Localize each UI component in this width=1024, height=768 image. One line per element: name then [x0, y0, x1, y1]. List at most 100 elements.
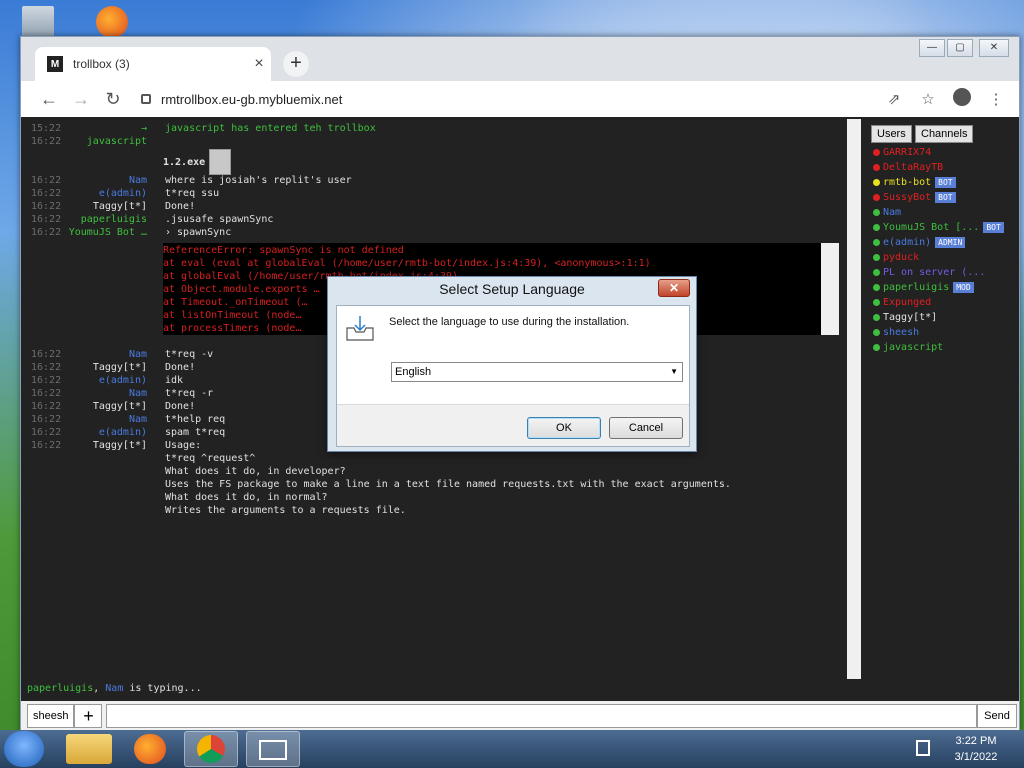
setup-taskbar-icon[interactable]: [246, 731, 300, 767]
dialog-close-button[interactable]: ✕: [658, 279, 690, 297]
chat-scrollbar[interactable]: [847, 119, 861, 679]
nickname[interactable]: e(admin): [67, 375, 155, 388]
address-bar[interactable]: rmtrollbox.eu-gb.mybluemix.net: [141, 92, 877, 107]
tab-channels[interactable]: Channels: [915, 125, 974, 143]
share-icon[interactable]: ⇗: [877, 90, 911, 108]
error-scrollbar[interactable]: [821, 243, 839, 335]
nickname[interactable]: javascript: [67, 136, 155, 149]
user-list-item[interactable]: DeltaRayTB: [873, 162, 943, 173]
role-badge: BOT: [935, 177, 956, 188]
firefox-desktop-icon[interactable]: [96, 6, 128, 38]
nickname[interactable]: Nam: [67, 349, 155, 362]
firefox-taskbar-icon[interactable]: [134, 734, 166, 764]
chat-line: 16:22 javascript: [27, 136, 165, 149]
minimize-button[interactable]: —: [919, 39, 945, 57]
nickname[interactable]: Nam: [67, 388, 155, 401]
nickname[interactable]: [67, 492, 155, 505]
user-list-item[interactable]: Expunged: [873, 297, 931, 308]
message-text: What does it do, in developer?: [165, 466, 346, 477]
user-list-item[interactable]: Nam: [873, 207, 901, 218]
close-tab-icon[interactable]: ×: [247, 55, 271, 73]
error-line: at listOnTimeout (node…: [163, 310, 302, 321]
message-text: › spawnSync: [165, 227, 232, 238]
user-name: Taggy[t*]: [883, 312, 938, 323]
status-dot-icon: [873, 224, 880, 231]
nickname[interactable]: Nam: [67, 175, 155, 188]
user-list-item[interactable]: javascript: [873, 342, 943, 353]
user-list-item[interactable]: GARRIX74: [873, 147, 931, 158]
menu-kebab-icon[interactable]: ⋮: [979, 90, 1013, 108]
message-text: Writes the arguments to a requests file.: [165, 505, 406, 516]
status-dot-icon: [873, 269, 880, 276]
nickname[interactable]: Taggy[t*]: [67, 401, 155, 414]
user-name: sheesh: [883, 327, 920, 338]
nickname[interactable]: [67, 505, 155, 518]
user-name: rmtb-bot: [883, 177, 932, 188]
recycle-bin-icon[interactable]: [22, 6, 54, 38]
profile-avatar-icon[interactable]: [945, 88, 979, 110]
start-button[interactable]: [4, 731, 44, 767]
bookmark-star-icon[interactable]: ☆: [911, 90, 945, 108]
nickname[interactable]: YoumuJS Bot …: [67, 227, 155, 240]
user-list-item[interactable]: SussyBot BOT: [873, 192, 956, 203]
message-text: Done!: [165, 201, 196, 212]
user-list-item[interactable]: sheesh: [873, 327, 919, 338]
user-list-item[interactable]: paperluigis MOD: [873, 282, 974, 293]
language-select[interactable]: English ▼: [391, 362, 683, 382]
forward-icon[interactable]: →: [65, 89, 97, 110]
timestamp: [27, 492, 67, 505]
ok-button[interactable]: OK: [527, 417, 601, 439]
timestamp: 16:22: [31, 401, 62, 412]
message-text: idk: [165, 375, 184, 386]
nickname[interactable]: e(admin): [67, 427, 155, 440]
message-text: .jsusafe spawnSync: [165, 214, 274, 225]
nickname[interactable]: paperluigis: [67, 214, 155, 227]
message-text: [155, 136, 165, 149]
timestamp: 16:22: [31, 427, 62, 438]
network-icon[interactable]: [916, 740, 930, 756]
status-dot-icon: [873, 314, 880, 321]
nickname[interactable]: Nam: [67, 414, 155, 427]
nickname[interactable]: [67, 453, 155, 466]
chat-line: 16:22 Taggy[t*] Usage:: [27, 440, 201, 453]
system-clock[interactable]: 3:22 PM 3/1/2022: [936, 733, 1016, 765]
explorer-taskbar-icon[interactable]: [66, 734, 112, 764]
back-icon[interactable]: ←: [33, 89, 65, 110]
user-list-item[interactable]: e(admin) ADMIN: [873, 237, 966, 248]
new-tab-button[interactable]: +: [283, 51, 309, 77]
user-name: PL on server (...: [883, 267, 986, 278]
chrome-taskbar-icon[interactable]: [184, 731, 238, 767]
user-list-item[interactable]: rmtb-bot BOT: [873, 177, 956, 188]
message-input[interactable]: [106, 704, 977, 728]
close-window-button[interactable]: ✕: [979, 39, 1009, 57]
maximize-button[interactable]: ▢: [947, 39, 973, 57]
user-list-item[interactable]: PL on server (...: [873, 267, 985, 278]
nickname[interactable]: Taggy[t*]: [67, 362, 155, 375]
user-list-item[interactable]: pyduck: [873, 252, 919, 263]
lock-icon: [141, 94, 151, 104]
user-list-item[interactable]: Taggy[t*]: [873, 312, 937, 323]
user-name: pyduck: [883, 252, 920, 263]
nickname[interactable]: Taggy[t*]: [67, 201, 155, 214]
cancel-button[interactable]: Cancel: [609, 417, 683, 439]
nickname[interactable]: [67, 479, 155, 492]
tab-trollbox[interactable]: M trollbox (3) ×: [35, 47, 271, 81]
message-text: where is josiah's replit's user: [165, 175, 352, 186]
user-list-item[interactable]: YoumuJS Bot [... BOT: [873, 222, 1004, 233]
timestamp: 16:22: [31, 375, 62, 386]
send-button[interactable]: Send: [977, 704, 1017, 728]
exe-attachment[interactable]: 1.2.exe: [163, 149, 232, 175]
status-dot-icon: [873, 164, 880, 171]
timestamp: [27, 453, 67, 466]
timestamp: [27, 505, 67, 518]
nickname[interactable]: Taggy[t*]: [67, 440, 155, 453]
current-room-label[interactable]: sheesh: [27, 704, 75, 728]
chat-line: t*req ^request^: [27, 453, 255, 466]
tab-title: trollbox (3): [73, 57, 130, 71]
nickname[interactable]: [67, 466, 155, 479]
nickname[interactable]: →: [67, 123, 155, 136]
nickname[interactable]: e(admin): [67, 188, 155, 201]
add-room-button[interactable]: +: [74, 704, 103, 728]
tab-users[interactable]: Users: [871, 125, 912, 143]
reload-icon[interactable]: ↻: [97, 89, 129, 110]
